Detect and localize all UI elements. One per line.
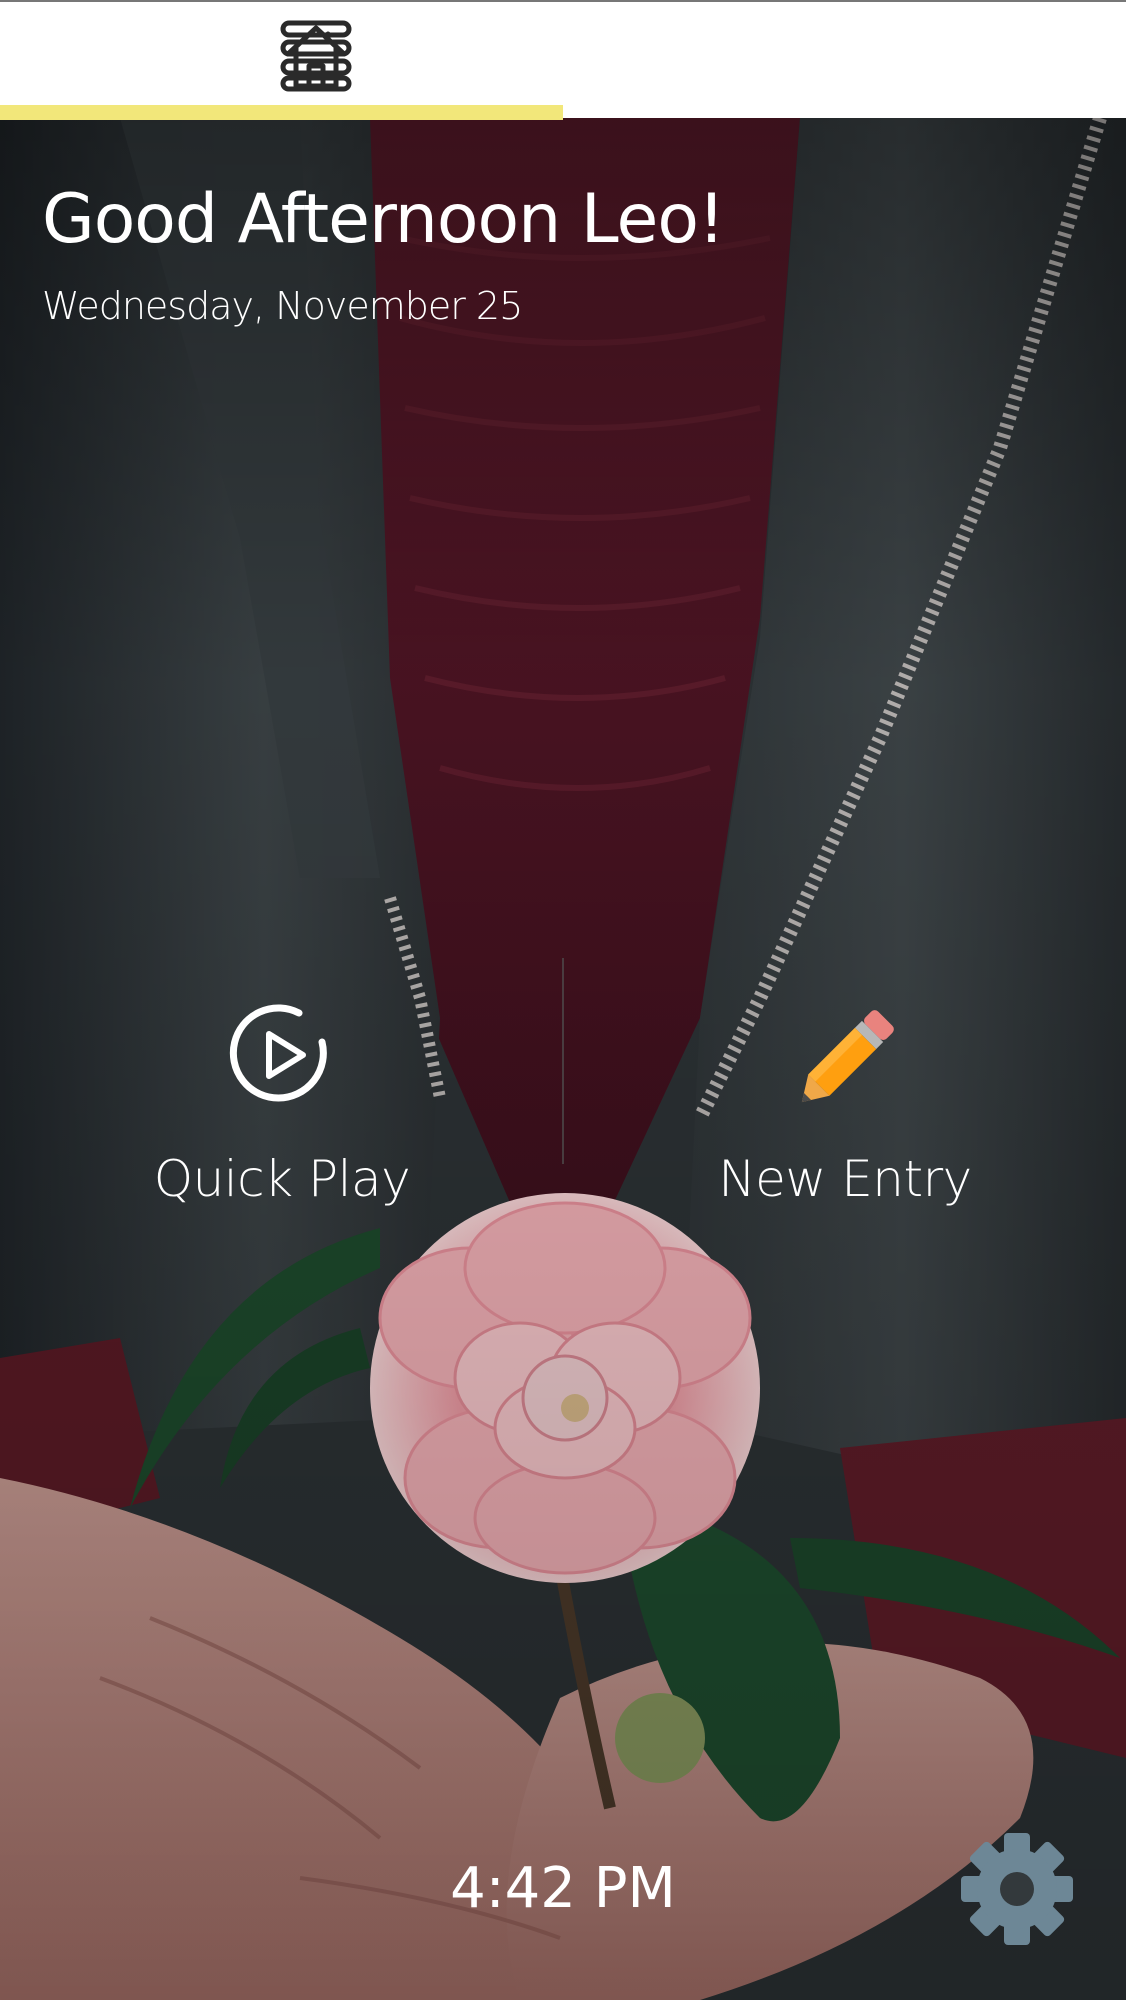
top-nav-bar: [0, 0, 1126, 120]
greeting-title: Good Afternoon Leo!: [42, 180, 725, 259]
pencil-icon: [780, 994, 910, 1129]
tab-menu[interactable]: [280, 2, 1126, 106]
quick-play-label: Quick Play: [153, 1150, 411, 1208]
clock-time: 4:42 PM: [450, 1856, 676, 1921]
gear-icon: [958, 1833, 1076, 1952]
action-divider: [562, 958, 564, 1164]
settings-button[interactable]: [958, 1830, 1076, 1948]
quick-play-button[interactable]: Quick Play: [112, 990, 452, 1230]
menu-icon: [280, 20, 352, 97]
new-entry-button[interactable]: New Entry: [675, 990, 1015, 1230]
play-circle-icon: [229, 1002, 335, 1113]
home-screen: Good Afternoon Leo! Wednesday, November …: [0, 0, 1126, 2000]
active-tab-indicator: [0, 105, 563, 120]
new-entry-label: New Entry: [718, 1150, 972, 1208]
current-date: Wednesday, November 25: [42, 284, 523, 328]
